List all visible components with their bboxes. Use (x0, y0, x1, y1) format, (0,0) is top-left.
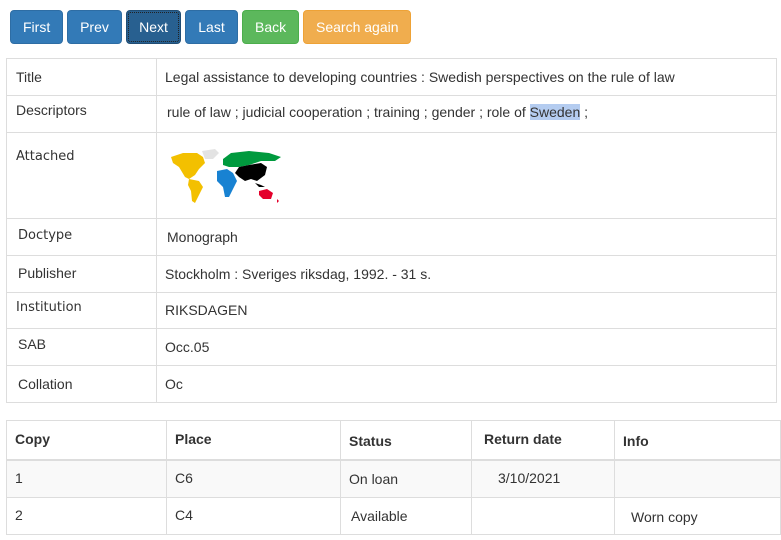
header-place: Place (166, 420, 341, 461)
collation-value: Oc (156, 365, 777, 403)
africa-shape (217, 169, 237, 197)
header-status: Status (340, 420, 472, 461)
table-row: 1 C6 On loan 3/10/2021 (6, 459, 781, 498)
institution-label: Institution (6, 292, 157, 329)
descriptors-suffix: ; (580, 104, 589, 120)
header-info: Info (614, 420, 781, 461)
institution-value: RIKSDAGEN (156, 292, 777, 329)
publisher-row: Publisher Stockholm : Sveriges riksdag, … (6, 255, 777, 293)
attached-row: Attached (6, 132, 777, 219)
next-button[interactable]: Next (126, 10, 181, 44)
status-cell: Available (340, 496, 472, 535)
place-cell: C4 (166, 496, 341, 535)
return-date-cell (471, 496, 615, 535)
status-cell: On loan (340, 459, 472, 498)
title-row: Title Legal assistance to developing cou… (6, 58, 777, 96)
sab-row: SAB Occ.05 (6, 328, 777, 366)
institution-row: Institution RIKSDAGEN (6, 292, 777, 329)
publisher-label: Publisher (6, 255, 157, 293)
collation-row: Collation Oc (6, 365, 777, 403)
title-label: Title (6, 58, 157, 96)
descriptors-row: Descriptors rule of law ; judicial coope… (6, 95, 777, 133)
title-value: Legal assistance to developing countries… (156, 58, 777, 96)
table-row: 2 C4 Available Worn copy (6, 496, 781, 535)
search-again-button[interactable]: Search again (303, 10, 411, 44)
greenland-shape (202, 149, 219, 159)
collation-label: Collation (6, 365, 157, 403)
descriptors-label: Descriptors (6, 95, 157, 133)
publisher-value: Stockholm : Sveriges riksdag, 1992. - 31… (156, 255, 777, 293)
north-america-shape (171, 153, 205, 179)
doctype-value: Monograph (156, 218, 777, 256)
new-zealand-shape (277, 199, 279, 203)
record-details-table: Title Legal assistance to developing cou… (6, 58, 777, 403)
prev-button[interactable]: Prev (67, 10, 122, 44)
return-date-cell: 3/10/2021 (471, 459, 615, 498)
navigation-toolbar: First Prev Next Last Back Search again (10, 10, 411, 44)
first-button[interactable]: First (10, 10, 63, 44)
attached-label: Attached (6, 132, 157, 219)
highlighted-term: Sweden (529, 104, 581, 120)
header-copy: Copy (6, 420, 167, 461)
sab-label: SAB (6, 328, 157, 366)
copies-table: Copy Place Status Return date Info 1 C6 … (6, 420, 781, 535)
place-cell: C6 (166, 459, 341, 498)
copy-cell: 2 (6, 496, 167, 535)
info-cell: Worn copy (614, 496, 781, 535)
descriptors-text: rule of law ; judicial cooperation ; tra… (167, 104, 530, 120)
header-return-date: Return date (471, 420, 615, 461)
attached-value (156, 132, 777, 219)
back-button[interactable]: Back (242, 10, 299, 44)
world-map-icon[interactable] (169, 143, 285, 205)
copies-header-row: Copy Place Status Return date Info (6, 420, 781, 461)
sab-value: Occ.05 (156, 328, 777, 366)
south-america-shape (188, 179, 203, 203)
copy-cell: 1 (6, 459, 167, 498)
islands-shape (255, 183, 265, 187)
australia-shape (259, 189, 273, 199)
info-cell (614, 459, 781, 498)
descriptors-value: rule of law ; judicial cooperation ; tra… (156, 95, 777, 133)
doctype-row: Doctype Monograph (6, 218, 777, 256)
last-button[interactable]: Last (185, 10, 238, 44)
doctype-label: Doctype (6, 218, 157, 256)
